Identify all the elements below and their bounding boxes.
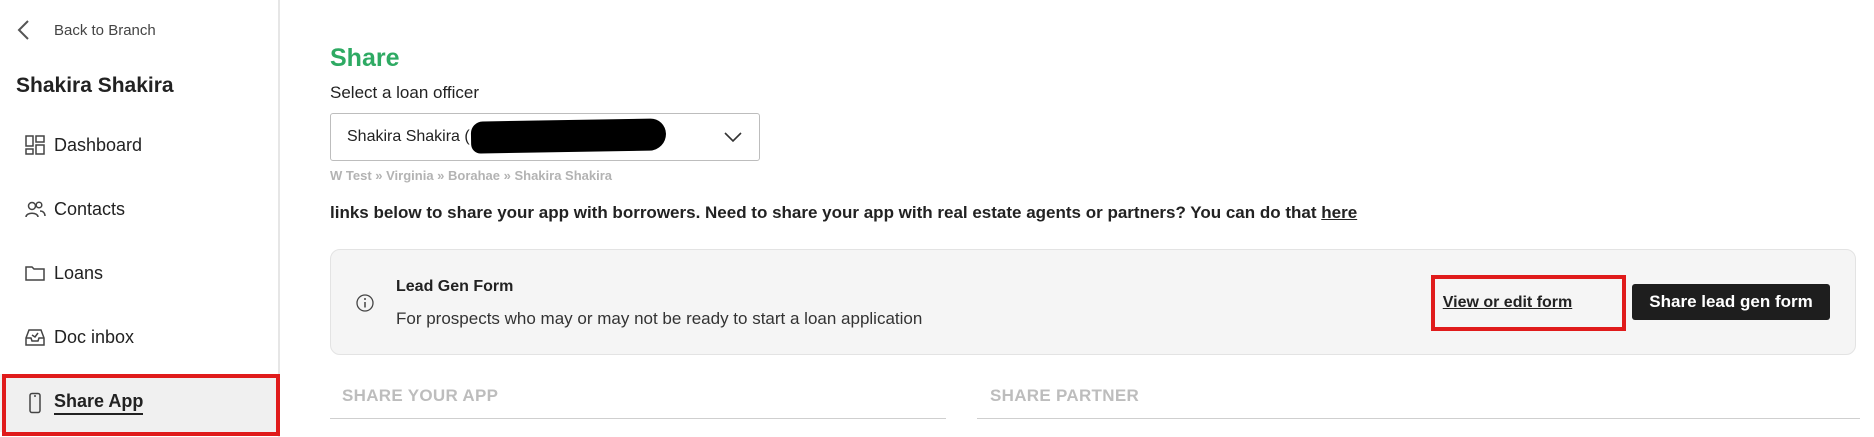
back-to-branch-link[interactable]: Back to Branch — [14, 18, 156, 42]
folder-icon — [25, 266, 45, 281]
divider — [977, 418, 1860, 419]
user-name: Shakira Shakira — [16, 74, 174, 97]
divider — [330, 418, 946, 419]
sidebar-item-label: Dashboard — [54, 134, 143, 155]
phone-icon — [29, 392, 41, 414]
info-icon — [356, 294, 374, 312]
sidebar-item-contacts[interactable]: Contacts — [0, 183, 278, 235]
sidebar-item-doc-inbox[interactable]: Doc inbox — [0, 311, 278, 363]
chevron-down-icon — [724, 132, 742, 143]
loan-officer-select[interactable]: Shakira Shakira ( — [330, 113, 760, 161]
loan-officer-label: Select a loan officer — [330, 83, 479, 102]
sidebar-item-dashboard[interactable]: Dashboard — [0, 119, 278, 171]
lead-gen-title: Lead Gen Form — [396, 278, 514, 295]
dashboard-icon — [25, 135, 45, 155]
share-info-text: links below to share your app with borro… — [330, 203, 1357, 223]
sidebar-item-loans[interactable]: Loans — [0, 247, 278, 299]
lead-gen-description: For prospects who may or may not be read… — [396, 309, 923, 328]
sidebar-item-label: Doc inbox — [54, 326, 135, 347]
breadcrumb: W Test » Virginia » Borahae » Shakira Sh… — [330, 168, 613, 183]
share-info-message: links below to share your app with borro… — [330, 203, 1322, 222]
sidebar-item-label: Share App — [54, 391, 144, 415]
lead-gen-card: Lead Gen Form For prospects who may or m… — [330, 249, 1856, 355]
partners-here-link[interactable]: here — [1321, 203, 1357, 222]
sidebar-item-share-app[interactable]: Share App — [0, 374, 278, 432]
loan-officer-value: Shakira Shakira ( — [347, 128, 470, 145]
sidebar-item-label: Contacts — [54, 198, 126, 219]
tab-share-your-app[interactable]: SHARE YOUR APP — [342, 386, 498, 406]
chevron-left-icon — [17, 20, 29, 40]
sidebar: Back to Branch Shakira Shakira Dashboard… — [0, 0, 280, 437]
view-edit-form-button[interactable]: View or edit form — [1430, 286, 1585, 320]
inbox-icon — [25, 329, 45, 346]
sidebar-item-label: Loans — [54, 262, 104, 283]
page-title: Share — [330, 44, 400, 72]
redaction-mark — [470, 118, 667, 154]
tab-share-partner[interactable]: SHARE PARTNER — [990, 386, 1139, 406]
back-label: Back to Branch — [54, 21, 156, 39]
contacts-icon — [25, 201, 46, 218]
share-lead-gen-form-button[interactable]: Share lead gen form — [1632, 284, 1830, 320]
main-content: Share Select a loan officer Shakira Shak… — [330, 0, 1874, 437]
